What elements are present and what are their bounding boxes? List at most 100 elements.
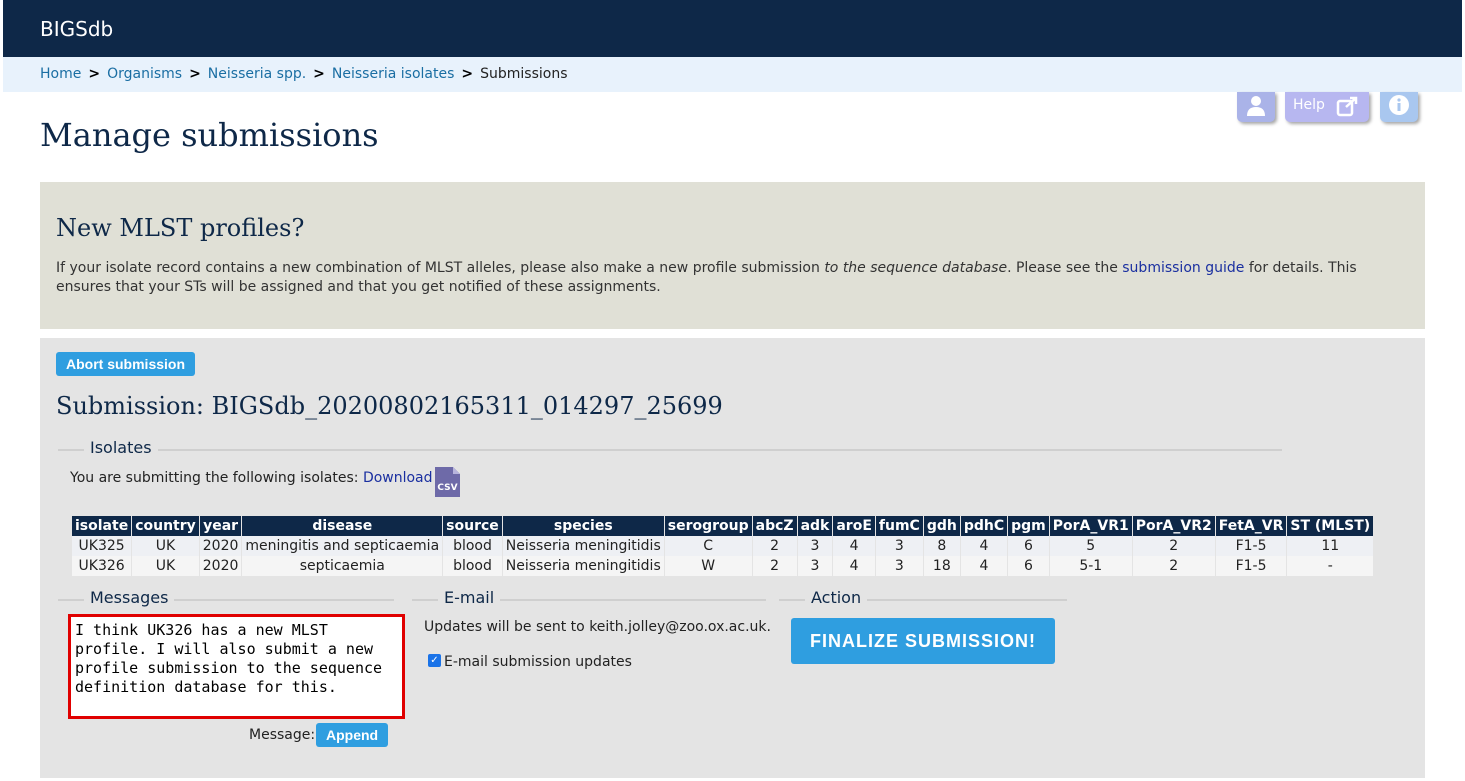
action-legend: Action: [805, 588, 868, 607]
table-cell: 2: [1132, 536, 1216, 556]
table-cell: 4: [832, 536, 876, 556]
info-button[interactable]: [1380, 92, 1418, 122]
notice-emphasis: to the sequence database: [824, 260, 1008, 276]
table-cell: UK325: [72, 536, 133, 556]
table-cell: 2: [1132, 556, 1216, 576]
table-cell: 5: [1049, 536, 1133, 556]
email-updates-checkbox[interactable]: ✓: [428, 654, 441, 667]
table-cell: 6: [1007, 556, 1050, 576]
isolates-legend: Isolates: [84, 438, 158, 457]
table-cell: septicaemia: [241, 556, 444, 576]
info-icon: [1389, 95, 1409, 115]
table-cell: 6: [1007, 536, 1050, 556]
col-header: abcZ: [752, 516, 798, 536]
table-cell: -: [1286, 556, 1375, 576]
col-header: aroE: [832, 516, 876, 536]
breadcrumb-neisseria-spp[interactable]: Neisseria spp.: [208, 66, 306, 82]
notice-text: If your isolate record contains a new co…: [56, 259, 1416, 297]
message-textarea[interactable]: I think UK326 has a new MLST profile. I …: [68, 614, 405, 719]
table-cell: UK326: [72, 556, 133, 576]
messages-legend: Messages: [84, 588, 175, 607]
notice-text-part: If your isolate record contains a new co…: [56, 260, 825, 276]
email-updates-text: Updates will be sent to keith.jolley@zoo…: [424, 619, 771, 635]
table-row: UK326 UK 2020 septicaemia blood Neisseri…: [72, 556, 1375, 576]
help-label: Help: [1293, 97, 1325, 113]
breadcrumb-separator: >: [88, 66, 101, 82]
col-header: pgm: [1007, 516, 1050, 536]
table-cell: C: [664, 536, 753, 556]
col-header: species: [502, 516, 665, 536]
table-cell: 2020: [199, 536, 243, 556]
mlst-notice-box: New MLST profiles? If your isolate recor…: [40, 182, 1425, 329]
table-cell: 2020: [199, 556, 243, 576]
table-cell: 4: [832, 556, 876, 576]
append-button[interactable]: Append: [316, 723, 389, 747]
page-title: Manage submissions: [40, 116, 379, 154]
download-link[interactable]: Download: [363, 470, 433, 486]
table-cell: blood: [442, 536, 503, 556]
table-cell: 5-1: [1049, 556, 1133, 576]
table-cell: 3: [875, 556, 924, 576]
col-header: isolate: [72, 516, 133, 536]
breadcrumb-organisms[interactable]: Organisms: [107, 66, 182, 82]
csv-file-icon[interactable]: CSV: [434, 466, 461, 498]
isolates-intro-text: You are submitting the following isolate…: [70, 470, 363, 486]
email-legend: E-mail: [438, 588, 501, 607]
help-button[interactable]: Help: [1285, 92, 1369, 122]
notice-text-part: . Please see the: [1007, 260, 1123, 276]
message-label: Message:: [249, 727, 316, 743]
col-header: adk: [797, 516, 834, 536]
submission-guide-link[interactable]: submission guide: [1122, 260, 1244, 276]
isolates-fieldset-border: [58, 449, 1282, 451]
col-header: serogroup: [664, 516, 753, 536]
col-header: pdhC: [960, 516, 1009, 536]
submission-panel: Abort submission Submission: BIGSdb_2020…: [40, 338, 1425, 778]
table-cell: 3: [797, 536, 834, 556]
breadcrumb-bar: Home > Organisms > Neisseria spp. > Neisseria …: [3, 57, 1462, 92]
table-cell: meningitis and septicaemia: [241, 536, 444, 556]
finalize-submission-button[interactable]: FINALIZE SUBMISSION!: [791, 618, 1055, 664]
col-header: disease: [241, 516, 444, 536]
table-cell: 8: [923, 536, 961, 556]
email-updates-label[interactable]: E-mail submission updates: [444, 654, 632, 670]
table-cell: Neisseria meningitidis: [502, 536, 665, 556]
breadcrumb-separator: >: [189, 66, 201, 82]
submission-title: Submission: BIGSdb_20200802165311_014297…: [56, 392, 723, 420]
table-header-row: isolate country year disease source spec…: [72, 516, 1375, 536]
col-header: source: [442, 516, 503, 536]
table-row: UK325 UK 2020 meningitis and septicaemia…: [72, 536, 1375, 556]
breadcrumb: Home > Organisms > Neisseria spp. > Neisseria …: [40, 66, 568, 82]
breadcrumb-separator: >: [313, 66, 325, 82]
table-cell: UK: [131, 556, 200, 576]
user-button[interactable]: [1237, 92, 1275, 122]
user-icon: [1247, 96, 1265, 116]
col-header: ST (MLST): [1286, 516, 1375, 536]
table-cell: Neisseria meningitidis: [502, 556, 665, 576]
table-cell: 3: [797, 556, 834, 576]
abort-submission-button[interactable]: Abort submission: [56, 352, 196, 376]
col-header: year: [199, 516, 243, 536]
isolates-table: isolate country year disease source spec…: [72, 516, 1375, 576]
table-cell: 18: [923, 556, 961, 576]
table-cell: F1-5: [1215, 536, 1288, 556]
csv-icon-label: CSV: [437, 483, 457, 493]
table-cell: 2: [752, 556, 798, 576]
table-cell: 11: [1286, 536, 1375, 556]
breadcrumb-home[interactable]: Home: [40, 66, 81, 82]
table-cell: UK: [131, 536, 200, 556]
breadcrumb-neisseria-isolates[interactable]: Neisseria isolates: [332, 66, 454, 82]
isolates-intro: You are submitting the following isolate…: [70, 470, 433, 486]
app-brand[interactable]: BIGSdb: [40, 17, 113, 41]
col-header: FetA_VR: [1215, 516, 1288, 536]
breadcrumb-separator: >: [461, 66, 474, 82]
col-header: PorA_VR2: [1132, 516, 1216, 536]
table-cell: 4: [960, 536, 1009, 556]
breadcrumb-current: Submissions: [480, 66, 568, 82]
table-cell: 2: [752, 536, 798, 556]
table-cell: 4: [960, 556, 1009, 576]
table-cell: F1-5: [1215, 556, 1288, 576]
notice-heading: New MLST profiles?: [56, 214, 305, 242]
col-header: gdh: [923, 516, 961, 536]
table-cell: W: [664, 556, 753, 576]
col-header: country: [131, 516, 200, 536]
